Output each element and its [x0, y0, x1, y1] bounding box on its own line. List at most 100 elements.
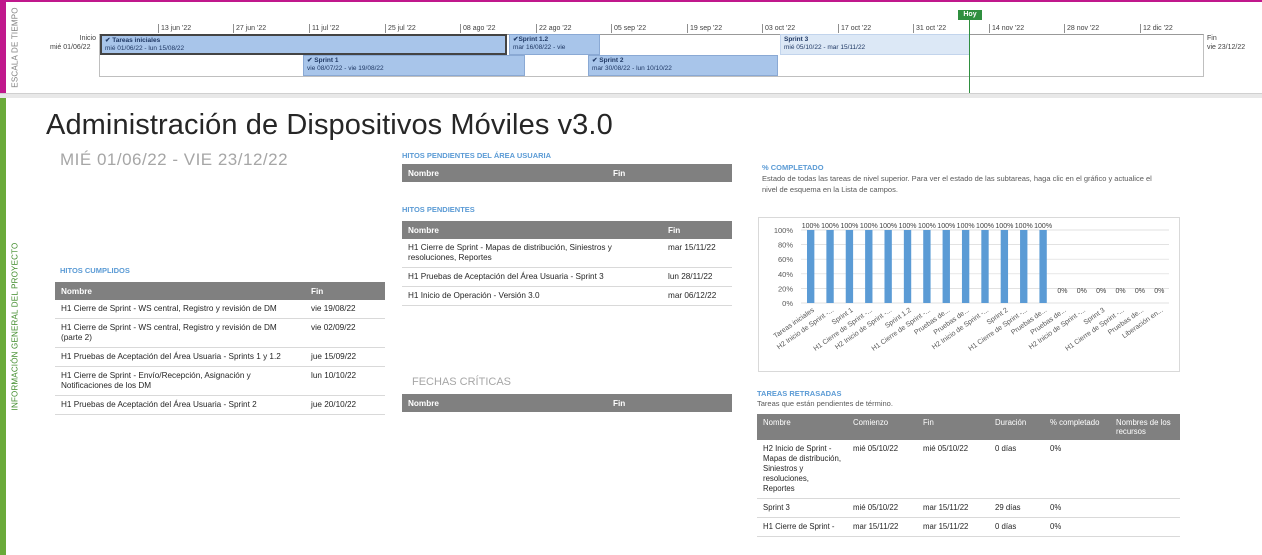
timeline-tick: 12 dic '22 [1140, 24, 1173, 33]
chart-ytick-label: 40% [778, 270, 793, 279]
cell-name: H1 Inicio de Operación - Versión 3.0 [402, 286, 662, 306]
chart-data-label: 0% [1135, 288, 1145, 295]
timeline-start: Inicio [62, 34, 96, 43]
cell-name: H1 Pruebas de Aceptación del Área Usuari… [402, 267, 662, 287]
table-row[interactable]: Sprint 3 mié 05/10/22 mar 15/11/22 29 dí… [757, 498, 1180, 518]
chart-ytick-label: 100% [774, 226, 794, 235]
chart-bar [961, 230, 970, 303]
table-row[interactable]: H1 Cierre de Sprint - mar 15/11/22 mar 1… [757, 517, 1180, 537]
chart-ytick-label: 60% [778, 255, 793, 264]
chart-bar [903, 230, 912, 303]
timeline-tick: 19 sep '22 [687, 24, 722, 33]
hitos-pendientes-title: HITOS PENDIENTES [402, 205, 475, 214]
timeline-bar-tareas-iniciales[interactable]: ✔ Tareas iniciales mié 01/06/22 - lun 15… [100, 34, 507, 55]
project-date-range: MIÉ 01/06/22 - VIE 23/12/22 [60, 150, 289, 169]
chart-data-label: 100% [1015, 223, 1033, 230]
tareas-retrasadas-description: Tareas que están pendientes de término. [757, 399, 893, 408]
table-row[interactable]: H1 Cierre de Sprint - Envío/Recepción, A… [55, 366, 385, 396]
timeline-start-label: Inicio [79, 35, 96, 42]
column-header: Nombres de los recursos [1110, 414, 1180, 440]
chart-ytick-label: 20% [778, 284, 793, 293]
timeline-panel: ESCALA DE TIEMPO Inicio mié 01/06/22 Fin… [0, 0, 1262, 95]
cell-name: H1 Cierre de Sprint - WS central, Regist… [55, 318, 305, 348]
timeline-end-date: vie 23/12/22 [1207, 44, 1246, 51]
cell-end: lun 10/10/22 [305, 366, 385, 396]
cell-end: mar 15/11/22 [662, 239, 732, 268]
cell-end: vie 02/09/22 [305, 318, 385, 348]
section-separator [0, 93, 1262, 98]
chart-bar [807, 230, 815, 303]
chart-svg: 0%20%40%60%80%100% 100%Tareas iniciales10… [773, 223, 1169, 353]
cell-start: mié 05/10/22 [847, 498, 917, 518]
cell-end: lun 28/11/22 [662, 267, 732, 287]
cell-start: mié 05/10/22 [847, 440, 917, 499]
chart-data-label: 0% [1154, 288, 1164, 295]
table-row[interactable]: H1 Pruebas de Aceptación del Área Usuari… [402, 267, 732, 287]
timeline-bar-sprint-1[interactable]: ✔ Sprint 1 vie 08/07/22 - vie 19/08/22 [303, 55, 525, 76]
timeline-bar-sprint-3[interactable]: Sprint 3 mié 05/10/22 - mar 15/11/22 [780, 34, 970, 55]
check-icon: ✔ [592, 57, 598, 64]
chart-data-label: 100% [937, 223, 955, 230]
hitos-cumplidos-title: HITOS CUMPLIDOS [60, 266, 130, 275]
column-header: % completado [1044, 414, 1110, 440]
chart-data-label: 0% [1096, 288, 1106, 295]
cell-name: H1 Cierre de Sprint - WS central, Regist… [55, 300, 305, 319]
check-icon: ✔ [307, 57, 313, 64]
column-header: Nombre [757, 414, 847, 440]
hitos-cumplidos-table: Nombre Fin H1 Cierre de Sprint - WS cent… [55, 282, 385, 415]
chart-ytick-label: 80% [778, 241, 793, 250]
cell-end: mié 05/10/22 [917, 440, 989, 499]
chart-data-label: 0% [1057, 288, 1067, 295]
chart-data-label: 100% [879, 223, 897, 230]
timeline-side-label: ESCALA DE TIEMPO [10, 7, 20, 88]
column-header: Nombre [402, 221, 662, 239]
table-row[interactable]: H2 Inicio de Sprint - Mapas de distribuc… [757, 440, 1180, 499]
timeline-tick: 17 oct '22 [838, 24, 871, 33]
tareas-retrasadas-table: Nombre Comienzo Fin Duración % completad… [757, 414, 1180, 537]
table-row[interactable]: H1 Inicio de Operación - Versión 3.0 mar … [402, 286, 732, 306]
completado-title: % COMPLETADO [762, 163, 824, 172]
timeline-tick: 28 nov '22 [1064, 24, 1099, 33]
completado-chart[interactable]: 0% 20% 40% 60% 80% 100% 100% Tareas iniciales 10… [758, 217, 1180, 372]
cell-name: H1 Pruebas de Aceptación del Área Usuari… [55, 347, 305, 367]
cell-name: H1 Cierre de Sprint - [757, 517, 847, 537]
timeline-tick: 08 ago '22 [460, 24, 495, 33]
chart-data-label: 100% [976, 223, 994, 230]
chart-bar [865, 230, 873, 303]
cell-end: jue 20/10/22 [305, 395, 385, 415]
column-header: Duración [989, 414, 1044, 440]
column-header: Fin [662, 221, 732, 239]
column-header: Nombre [55, 282, 305, 300]
today-marker-line [969, 10, 970, 95]
cell-name: H1 Pruebas de Aceptación del Área Usuari… [55, 395, 305, 415]
cell-duration: 0 días [989, 517, 1044, 537]
timeline-bar-sprint-2[interactable]: ✔ Sprint 2 mar 30/08/22 - lun 10/10/22 [588, 55, 778, 76]
cell-resources [1110, 440, 1180, 499]
timeline-end-label: Fin [1207, 35, 1217, 42]
table-row[interactable]: H1 Cierre de Sprint - WS central, Regist… [55, 300, 385, 319]
table-row[interactable]: H1 Pruebas de Aceptación del Área Usuari… [55, 347, 385, 367]
cell-percent: 0% [1044, 440, 1110, 499]
cell-name: H2 Inicio de Sprint - Mapas de distribuc… [757, 440, 847, 499]
timeline-bar-sprint-1-2[interactable]: ✔Sprint 1.2 mar 16/08/22 - vie [509, 34, 600, 55]
chart-data-label: 100% [995, 223, 1013, 230]
table-row[interactable]: H1 Cierre de Sprint - WS central, Regist… [55, 318, 385, 348]
chart-bar [845, 230, 854, 303]
project-title: Administración de Dispositivos Móviles v… [46, 109, 613, 141]
cell-name: H1 Cierre de Sprint - Envío/Recepción, A… [55, 366, 305, 396]
chart-data-label: 0% [1116, 288, 1126, 295]
table-row[interactable]: H1 Pruebas de Aceptación del Área Usuari… [55, 395, 385, 415]
check-icon: ✔ [105, 37, 111, 44]
cell-start: mar 15/11/22 [847, 517, 917, 537]
table-row[interactable]: H1 Cierre de Sprint - Mapas de distribuc… [402, 239, 732, 268]
cell-end: mar 06/12/22 [662, 286, 732, 306]
completado-description: Estado de todas las tareas de nivel supe… [762, 174, 1152, 194]
hitos-pendientes-table: Nombre Fin H1 Cierre de Sprint - Mapas d… [402, 221, 732, 306]
chart-data-label: 100% [918, 223, 936, 230]
cell-resources [1110, 498, 1180, 518]
chart-data-label: 100% [899, 223, 917, 230]
chart-data-label: 100% [1034, 223, 1052, 230]
chart-bar [1020, 230, 1028, 303]
chart-bar [981, 230, 989, 303]
chart-data-label: 100% [840, 223, 858, 230]
